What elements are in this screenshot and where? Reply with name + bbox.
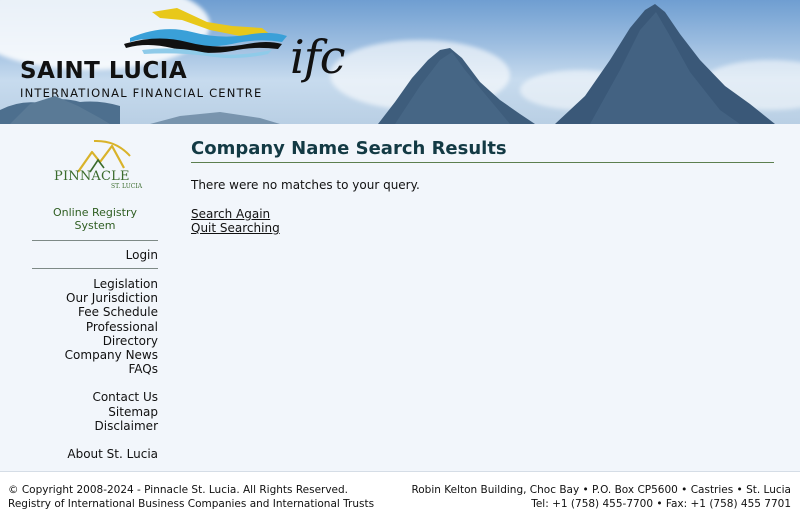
nav-primary: Legislation Our Jurisdiction Fee Schedul… <box>32 277 158 461</box>
pinnacle-wordmark: PINNACLE <box>54 169 130 184</box>
nav-about-st-lucia[interactable]: About St. Lucia <box>32 447 158 461</box>
result-actions: Search Again Quit Searching <box>191 207 774 235</box>
quit-searching-link[interactable]: Quit Searching <box>191 221 774 235</box>
footer-right: Robin Kelton Building, Choc Bay • P.O. B… <box>411 483 791 511</box>
content-area: PINNACLE ST. LUCIA Online Registry Syste… <box>0 124 800 471</box>
nav-faqs[interactable]: FAQs <box>32 362 159 376</box>
nav-legislation[interactable]: Legislation <box>32 277 158 291</box>
login-link[interactable]: Login <box>32 248 158 262</box>
main-panel: Company Name Search Results There were n… <box>191 138 774 235</box>
nav-professional-directory[interactable]: Professional Directory <box>32 320 158 348</box>
logo-subtitle: INTERNATIONAL FINANCIAL CENTRE <box>20 86 263 100</box>
page-title: Company Name Search Results <box>191 138 774 163</box>
logo-title: SAINT LUCIA <box>20 58 188 84</box>
contact-text: Tel: +1 (758) 455-7700 • Fax: +1 (758) 4… <box>531 498 791 510</box>
address-text: Robin Kelton Building, Choc Bay • P.O. B… <box>411 484 791 496</box>
logo-ifc-mark: ifc <box>290 30 345 84</box>
no-results-message: There were no matches to your query. <box>191 178 420 192</box>
registry-line: Registry of International Business Compa… <box>8 498 375 510</box>
copyright-text: © Copyright 2008-2024 - Pinnacle St. Luc… <box>8 484 349 496</box>
pinnacle-logo[interactable]: PINNACLE ST. LUCIA <box>32 138 158 194</box>
ifc-logo[interactable]: SAINT LUCIA INTERNATIONAL FINANCIAL CENT… <box>0 0 360 124</box>
registry-title: Online Registry System <box>52 206 137 232</box>
divider <box>32 268 158 269</box>
footer: © Copyright 2008-2024 - Pinnacle St. Luc… <box>0 471 800 519</box>
nav-disclaimer[interactable]: Disclaimer <box>32 419 158 433</box>
nav-contact-us[interactable]: Contact Us <box>32 390 158 404</box>
wave-logo-icon <box>124 8 287 59</box>
pinnacle-location: ST. LUCIA <box>111 183 143 190</box>
sidebar: PINNACLE ST. LUCIA Online Registry Syste… <box>32 138 158 461</box>
nav-sitemap[interactable]: Sitemap <box>32 405 158 419</box>
divider <box>32 240 158 241</box>
nav-our-jurisdiction[interactable]: Our Jurisdiction <box>32 291 158 305</box>
nav-fee-schedule[interactable]: Fee Schedule <box>32 305 158 319</box>
footer-left: © Copyright 2008-2024 - Pinnacle St. Luc… <box>8 483 374 511</box>
nav-company-news[interactable]: Company News <box>32 348 158 362</box>
search-again-link[interactable]: Search Again <box>191 207 774 221</box>
header-banner: SAINT LUCIA INTERNATIONAL FINANCIAL CENT… <box>0 0 800 124</box>
